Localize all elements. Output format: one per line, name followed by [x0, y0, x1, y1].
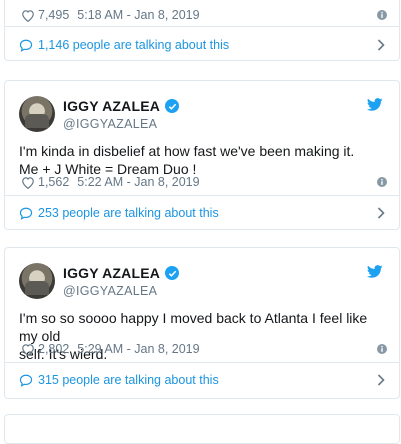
tweet-text-line: I'm kinda in disbelief at how fast we've… — [19, 143, 355, 159]
divider — [5, 195, 399, 196]
talking-text[interactable]: 253 people are talking about this — [38, 206, 219, 220]
author-name[interactable]: IGGY AZALEA — [63, 98, 160, 114]
talking-link[interactable]: 315 people are talking about this — [19, 373, 385, 387]
tweet-text-line: I'm so so soooo happy I moved back to At… — [19, 310, 368, 344]
like-count[interactable]: 1,562 — [38, 175, 69, 189]
twitter-bird-icon[interactable] — [366, 265, 383, 283]
info-icon[interactable] — [377, 177, 387, 187]
twitter-bird-icon[interactable] — [366, 98, 383, 116]
tweet-meta: 2,802 5:29 AM - Jan 8, 2019 — [21, 342, 387, 356]
tweet-card[interactable]: IGGY AZALEA @IGGYAZALEA I'm kinda in dis… — [4, 80, 400, 230]
author-handle[interactable]: @IGGYAZALEA — [63, 117, 179, 131]
author-handle[interactable]: @IGGYAZALEA — [63, 284, 179, 298]
chevron-right-icon[interactable] — [377, 374, 385, 386]
tweet-timestamp[interactable]: 5:29 AM - Jan 8, 2019 — [77, 342, 199, 356]
tweet-meta: 1,562 5:22 AM - Jan 8, 2019 — [21, 175, 387, 189]
author-name[interactable]: IGGY AZALEA — [63, 265, 160, 281]
tweet-meta: 7,495 5:18 AM - Jan 8, 2019 — [21, 8, 387, 22]
heart-icon[interactable] — [21, 9, 35, 22]
tweet-timestamp[interactable]: 5:18 AM - Jan 8, 2019 — [77, 8, 199, 22]
divider — [5, 362, 399, 363]
tweet-text: I'm kinda in disbelief at how fast we've… — [19, 142, 385, 178]
tweet-card-previous: 7,495 5:18 AM - Jan 8, 2019 1,146 people… — [4, 0, 400, 61]
comment-bubble-icon — [19, 374, 33, 387]
verified-badge-icon — [165, 266, 180, 280]
like-count[interactable]: 7,495 — [38, 8, 69, 22]
tweet-header: IGGY AZALEA @IGGYAZALEA — [19, 96, 387, 136]
info-icon[interactable] — [377, 10, 387, 20]
heart-icon[interactable] — [21, 176, 35, 189]
comment-bubble-icon — [19, 207, 33, 220]
tweet-timestamp[interactable]: 5:22 AM - Jan 8, 2019 — [77, 175, 199, 189]
tweet-header: IGGY AZALEA @IGGYAZALEA — [19, 263, 387, 303]
tweet-card[interactable]: IGGY AZALEA @IGGYAZALEA I'm so so soooo … — [4, 247, 400, 399]
info-icon[interactable] — [377, 344, 387, 354]
talking-text[interactable]: 1,146 people are talking about this — [38, 38, 229, 52]
chevron-right-icon[interactable] — [377, 39, 385, 51]
avatar[interactable] — [19, 96, 55, 132]
talking-link[interactable]: 253 people are talking about this — [19, 206, 385, 220]
verified-badge-icon — [165, 99, 180, 113]
tweet-card-next — [4, 414, 400, 444]
heart-icon[interactable] — [21, 343, 35, 356]
talking-link[interactable]: 1,146 people are talking about this — [19, 38, 385, 52]
divider — [5, 26, 399, 27]
talking-text[interactable]: 315 people are talking about this — [38, 373, 219, 387]
avatar[interactable] — [19, 263, 55, 299]
like-count[interactable]: 2,802 — [38, 342, 69, 356]
comment-bubble-icon — [19, 39, 33, 52]
chevron-right-icon[interactable] — [377, 207, 385, 219]
